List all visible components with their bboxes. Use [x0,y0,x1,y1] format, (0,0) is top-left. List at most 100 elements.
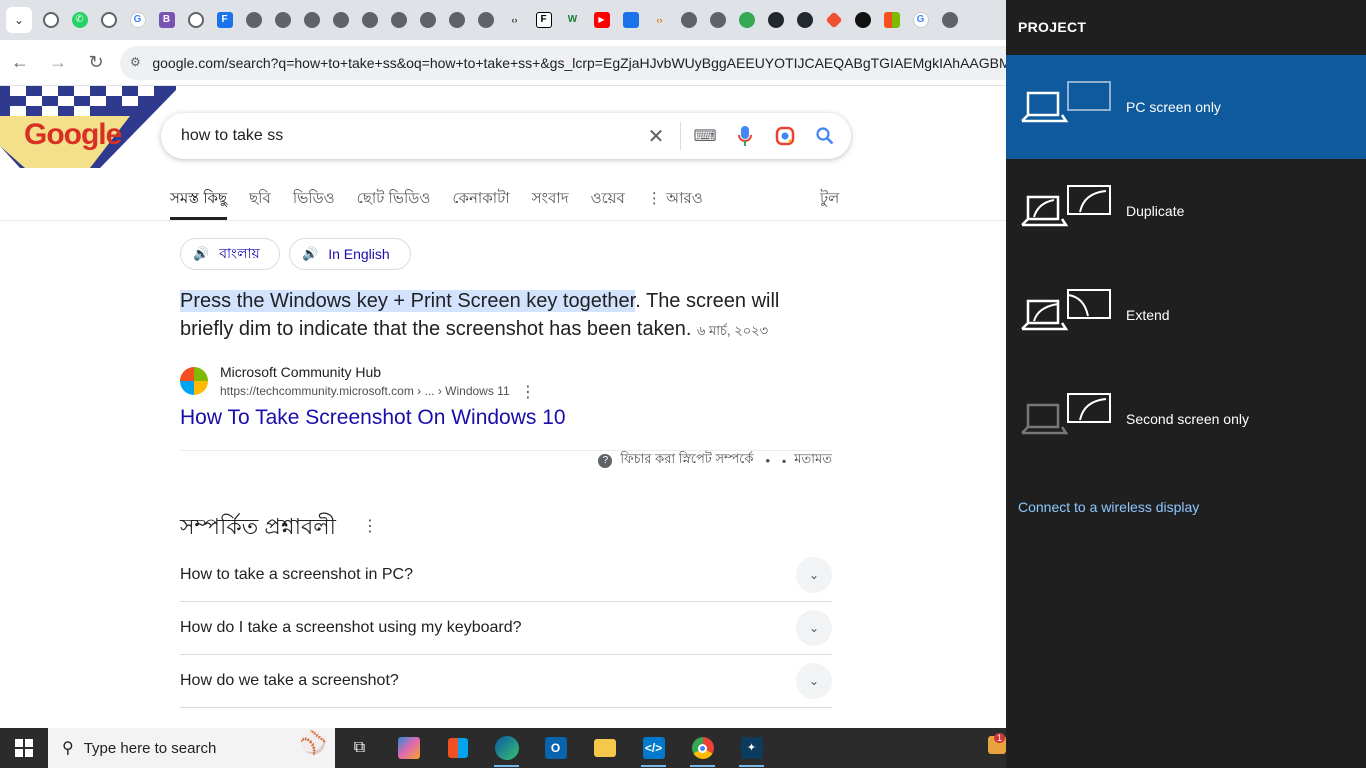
start-button[interactable] [0,728,48,768]
tab[interactable] [732,0,761,40]
vscode-button[interactable]: </> [629,728,678,768]
tab[interactable] [384,0,413,40]
more-options-icon[interactable]: ⋮ [362,516,378,536]
tab-short-videos[interactable]: ছোট ভিডিও [357,184,431,220]
whatsapp-icon: ✆ [71,12,88,28]
tab[interactable] [326,0,355,40]
mysql-button[interactable]: ✦ [727,728,776,768]
chrome-icon [100,12,117,28]
keyboard-icon[interactable]: ⌨ [685,113,725,159]
store-icon [447,738,468,758]
question-row[interactable]: How do we take a screenshot? ⌄ [180,655,832,708]
taskbar-search[interactable]: ⚲ Type here to search ⚾ [48,728,335,768]
edge-button[interactable] [482,728,531,768]
search-box[interactable]: how to take ss ✕ ⌨ [161,113,851,159]
speaker-icon: 🔊 [193,246,210,261]
question-row[interactable]: How do I take a screenshot using my keyb… [180,602,832,655]
tab[interactable]: ▶ [587,0,616,40]
source-name[interactable]: Microsoft Community Hub [220,364,381,380]
search-icon[interactable] [805,113,845,159]
browser-toolbar: ← → ↻ ⚙ google.com/search?q=how+to+take+… [0,40,1020,86]
address-bar[interactable]: ⚙ google.com/search?q=how+to+take+ss&oq=… [120,46,1020,80]
mic-icon[interactable] [725,113,765,159]
tab[interactable] [413,0,442,40]
explorer-button[interactable] [580,728,629,768]
tab[interactable] [616,0,645,40]
about-featured-snippets-link[interactable]: ফিচার করা স্নিপেট সম্পর্কে [620,450,753,471]
tab[interactable] [94,0,123,40]
store-button[interactable] [433,728,482,768]
tab[interactable] [848,0,877,40]
extend-option[interactable]: Extend [1006,263,1366,367]
tools-button[interactable]: টুল [820,187,839,212]
forward-button[interactable]: → [40,45,76,81]
listen-bangla-button[interactable]: 🔊 বাংলায় [180,238,280,270]
duplicate-option[interactable]: Duplicate [1006,159,1366,263]
tab-more[interactable]: ⋮ আরও [647,184,703,220]
lens-icon[interactable] [765,113,805,159]
tab[interactable]: G [906,0,935,40]
tab[interactable] [239,0,268,40]
search-input[interactable]: how to take ss [181,127,636,145]
tab[interactable]: F [529,0,558,40]
pc-screen-only-option[interactable]: PC screen only [1006,55,1366,159]
arrow-left-icon: ← [11,52,29,72]
tab[interactable] [935,0,964,40]
tab-shopping[interactable]: কেনাকাটা [452,184,509,220]
tab[interactable]: B [152,0,181,40]
tab[interactable] [674,0,703,40]
listen-english-button[interactable]: 🔊 In English [289,238,411,270]
tab-news[interactable]: সংবাদ [532,184,569,220]
related-questions-title: সম্পর্কিত প্রশ্নাবলী [180,514,336,539]
second-screen-only-icon [1021,393,1111,435]
chrome-button[interactable] [678,728,727,768]
tab[interactable] [703,0,732,40]
tab[interactable]: G [123,0,152,40]
result-title-link[interactable]: How To Take Screenshot On Windows 10 [180,406,566,430]
tab-videos[interactable]: ভিডিও [293,184,335,220]
connect-wireless-display-link[interactable]: Connect to a wireless display [1018,499,1199,515]
tab[interactable] [297,0,326,40]
outlook-button[interactable]: O [531,728,580,768]
tab-all[interactable]: সমস্ত কিছু [170,184,228,220]
tab[interactable]: F [210,0,239,40]
notification-area[interactable]: 1 [988,733,1006,760]
tab[interactable] [181,0,210,40]
tab[interactable] [355,0,384,40]
tab[interactable] [819,0,848,40]
chevron-down-icon[interactable]: ⌄ [796,610,832,646]
second-screen-only-option[interactable]: Second screen only [1006,367,1366,471]
feedback-row: ? ফিচার করা স্নিপেট সম্পর্কে • ▪ মতামত [180,450,832,470]
tab[interactable]: ✆ [65,0,94,40]
reload-button[interactable]: ↻ [78,45,114,81]
more-options-icon[interactable]: ⋮ [520,382,536,402]
feedback-link[interactable]: মতামত [794,450,832,471]
project-title: PROJECT [1018,19,1087,35]
search-highlight-icon: ⚾ [299,730,327,755]
copilot-button[interactable] [384,728,433,768]
tab-search-button[interactable]: ⌄ [6,7,32,33]
tab[interactable] [268,0,297,40]
tab[interactable] [471,0,500,40]
tab[interactable] [790,0,819,40]
chevron-down-icon[interactable]: ⌄ [796,663,832,699]
question-row[interactable]: How to take a screenshot in PC? ⌄ [180,549,832,602]
tab[interactable] [36,0,65,40]
maps-icon [738,12,755,28]
back-button[interactable]: ← [2,45,38,81]
tab-images[interactable]: ছবি [249,184,271,220]
chevron-down-icon[interactable]: ⌄ [796,557,832,593]
source-url[interactable]: https://techcommunity.microsoft.com › ..… [220,384,510,398]
site-info-icon[interactable]: ⚙ [130,55,142,71]
tab[interactable]: W [558,0,587,40]
clear-icon[interactable]: ✕ [636,113,676,159]
tab[interactable] [442,0,471,40]
tab[interactable]: ‹› [500,0,529,40]
vscode-icon: </> [642,737,665,759]
google-logo[interactable]: Google [24,118,122,152]
tab-web[interactable]: ওয়েব [591,184,625,220]
tab[interactable] [877,0,906,40]
task-view-button[interactable]: ⧉ [335,728,384,768]
tab[interactable]: ‹› [645,0,674,40]
tab[interactable] [761,0,790,40]
